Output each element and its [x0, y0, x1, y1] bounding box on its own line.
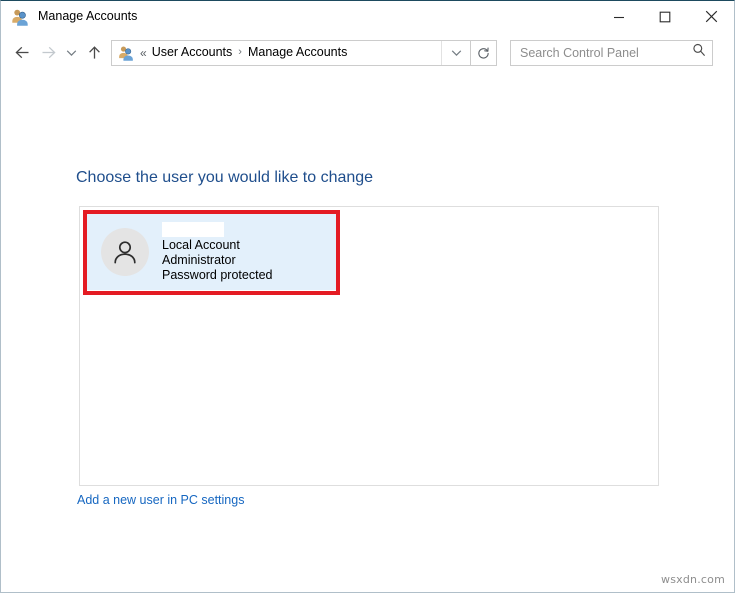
refresh-button[interactable]: [471, 39, 497, 66]
content-area: Choose the user you would like to change…: [1, 73, 734, 592]
account-password-status: Password protected: [162, 267, 273, 282]
maximize-button[interactable]: [642, 1, 688, 32]
page-title: Choose the user you would like to change: [76, 169, 374, 186]
back-button[interactable]: [9, 38, 35, 68]
account-info: Local Account Administrator Password pro…: [162, 221, 273, 283]
search-icon[interactable]: [692, 43, 706, 62]
address-bar[interactable]: « User Accounts › Manage Accounts: [111, 39, 471, 66]
title-bar: Manage Accounts: [1, 1, 734, 32]
watermark: wsxdn.com: [661, 573, 725, 586]
search-box[interactable]: [510, 39, 713, 66]
manage-accounts-window: Manage Accounts « User Accounts › Manage…: [0, 0, 735, 593]
window-title: Manage Accounts: [38, 9, 138, 24]
add-new-user-link[interactable]: Add a new user in PC settings: [77, 493, 244, 507]
breadcrumb-user-accounts-icon: [118, 45, 134, 61]
recent-locations-button[interactable]: [61, 38, 81, 68]
breadcrumb-overflow-chevrons[interactable]: «: [140, 47, 147, 59]
user-accounts-icon: [11, 8, 29, 26]
breadcrumb-item-manage-accounts[interactable]: Manage Accounts: [248, 46, 347, 59]
accounts-list-panel: Local Account Administrator Password pro…: [79, 206, 659, 486]
forward-button[interactable]: [35, 38, 61, 68]
chevron-down-icon[interactable]: [441, 40, 470, 65]
account-list-item[interactable]: Local Account Administrator Password pro…: [87, 214, 337, 290]
breadcrumb-item-user-accounts[interactable]: User Accounts: [152, 46, 233, 59]
up-level-button[interactable]: [81, 38, 107, 68]
account-type-label: Local Account: [162, 237, 240, 252]
close-button[interactable]: [688, 1, 734, 32]
navigation-bar: « User Accounts › Manage Accounts: [1, 32, 734, 73]
account-role-label: Administrator: [162, 252, 236, 267]
breadcrumb-separator: ›: [238, 46, 242, 58]
user-avatar-icon: [101, 228, 149, 276]
account-username: [162, 221, 224, 237]
search-input[interactable]: [520, 45, 692, 60]
window-controls: [596, 1, 734, 32]
minimize-button[interactable]: [596, 1, 642, 32]
